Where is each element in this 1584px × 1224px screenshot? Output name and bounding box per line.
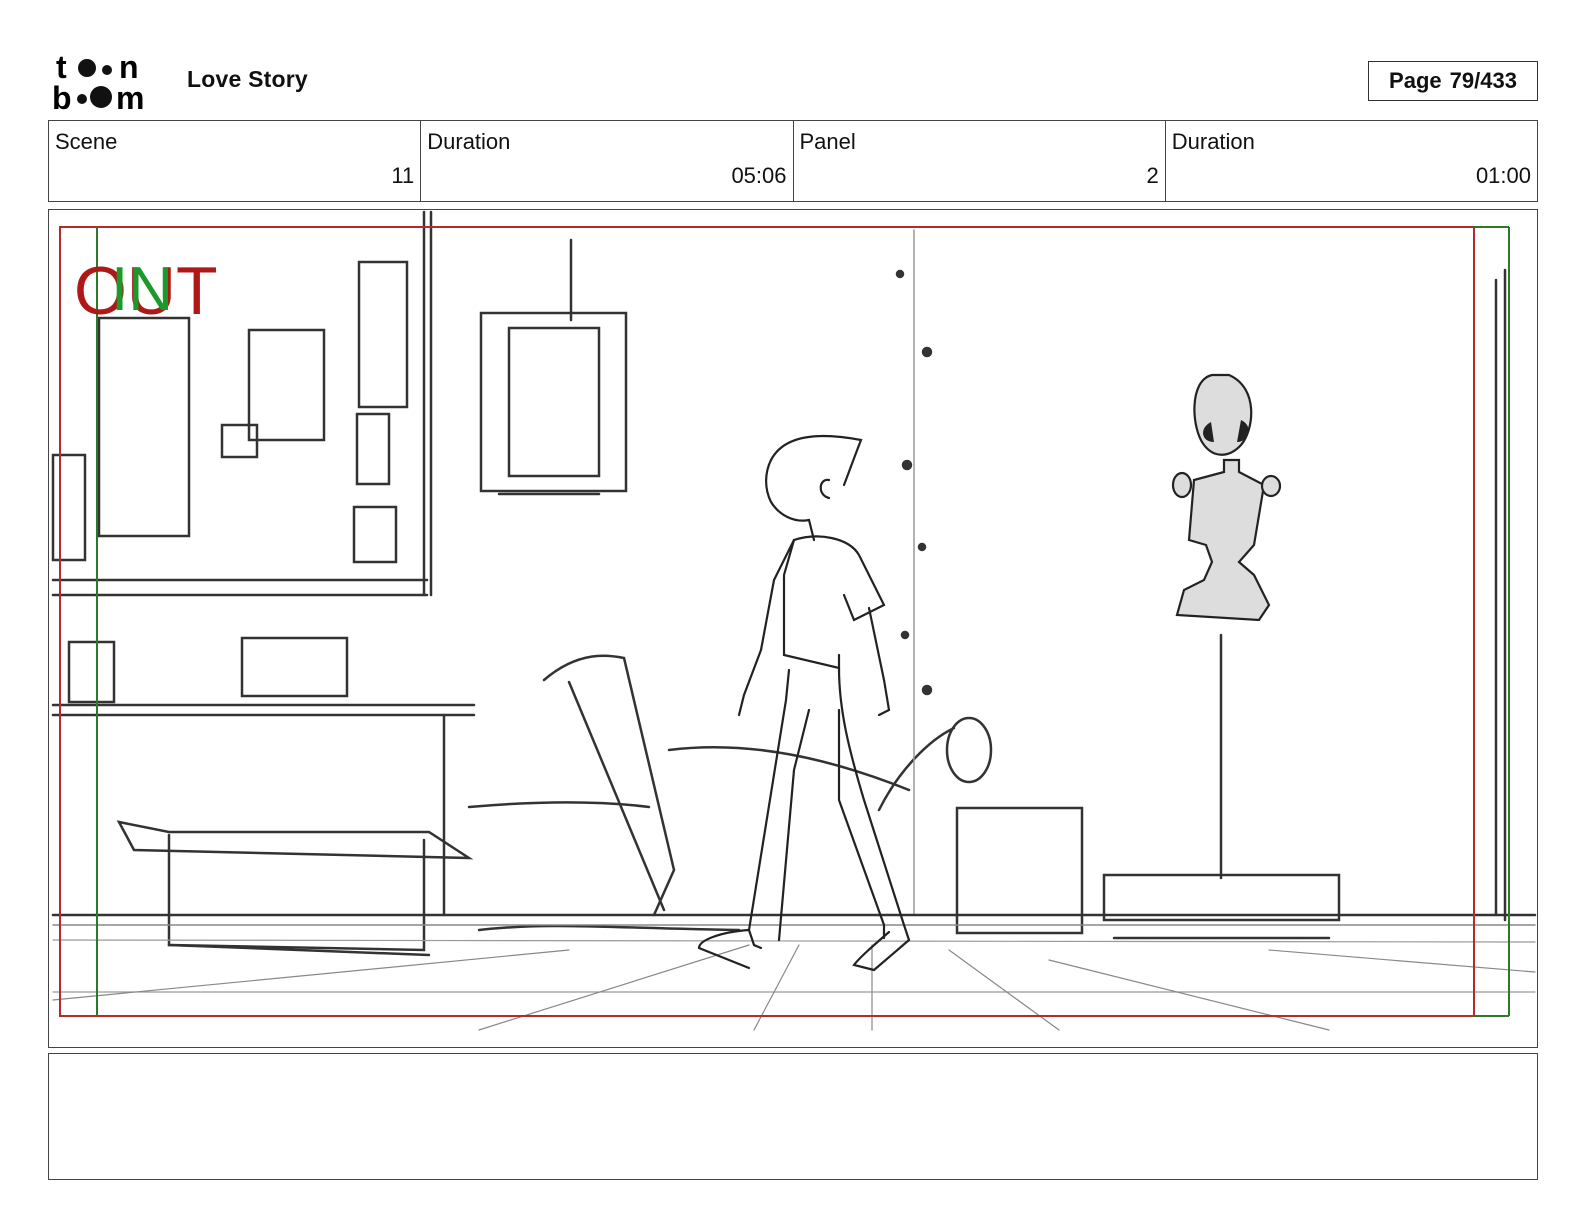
in-marker: IN [111, 255, 173, 324]
scene-value: 11 [391, 163, 415, 188]
panel-notes[interactable] [48, 1053, 1538, 1180]
panel-value: 2 [1146, 163, 1159, 188]
scene-info-row: Scene 11 Duration 05:06 Panel 2 Duration… [48, 120, 1538, 202]
panel-label: Panel [799, 129, 856, 154]
storyboard-panel: OUT IN [48, 209, 1538, 1048]
panel-sketch: OUT IN [51, 210, 1537, 1031]
scene-label: Scene [55, 129, 118, 154]
panel-duration-cell: Duration 01:00 [1166, 121, 1537, 201]
scene-duration-cell: Duration 05:06 [421, 121, 794, 201]
panel-cell: Panel 2 [794, 121, 1166, 201]
toonboom-logo: t n b m [52, 50, 144, 112]
page-indicator: Page 79/433 [1368, 61, 1538, 101]
svg-text:m: m [116, 80, 144, 112]
scene-duration-value: 05:06 [731, 163, 787, 188]
panel-duration-value: 01:00 [1475, 163, 1531, 188]
panel-duration-label: Duration [1171, 129, 1255, 154]
page-label: Page [1389, 68, 1442, 93]
page-number: 79/433 [1449, 68, 1517, 93]
scene-cell: Scene 11 [49, 121, 422, 201]
svg-text:b: b [52, 80, 72, 112]
scene-duration-label: Duration [427, 129, 511, 154]
project-title: Love Story [187, 66, 308, 92]
